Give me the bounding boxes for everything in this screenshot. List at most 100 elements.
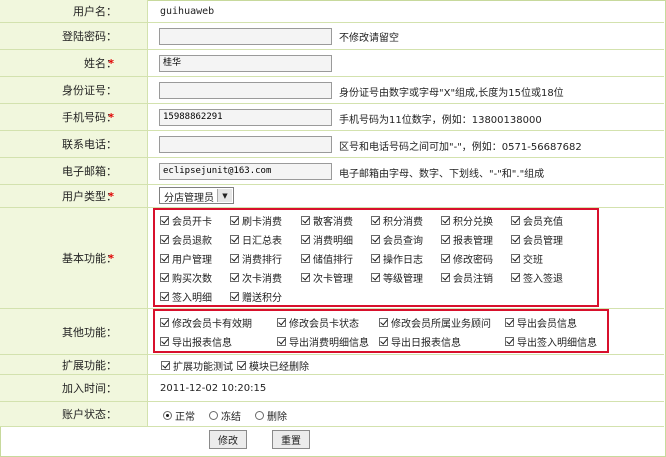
reset-button[interactable]: 重置 bbox=[272, 430, 310, 449]
row-email: 电子邮箱： eclipsejunit@163.com 电子邮箱由字母、数字、下划… bbox=[0, 158, 664, 185]
email-input[interactable]: eclipsejunit@163.com bbox=[159, 163, 332, 180]
checkbox-module-deleted[interactable]: 模块已经删除 bbox=[237, 358, 309, 373]
checkbox-basic-21[interactable]: 等级管理 bbox=[371, 270, 423, 285]
checkbox-checked-icon bbox=[230, 292, 239, 301]
checkbox-checked-icon bbox=[511, 235, 520, 244]
row-jointime: 加入时间： 2011-12-02 10:20:15 bbox=[0, 375, 664, 402]
radio-selected-icon bbox=[163, 411, 172, 420]
checkbox-other-0[interactable]: 修改会员卡有效期 bbox=[160, 315, 252, 330]
checkbox-other-5[interactable]: 导出消费明细信息 bbox=[277, 334, 369, 349]
checkbox-other-7[interactable]: 导出签入明细信息 bbox=[505, 334, 597, 349]
checkbox-basic-19[interactable]: 次卡消费 bbox=[230, 270, 282, 285]
checkbox-checked-icon bbox=[441, 235, 450, 244]
checkbox-other-4[interactable]: 导出报表信息 bbox=[160, 334, 232, 349]
checkbox-checked-icon bbox=[371, 254, 380, 263]
radio-status-normal[interactable]: 正常 bbox=[163, 408, 195, 423]
checkbox-basic-7[interactable]: 日汇总表 bbox=[230, 232, 282, 247]
required-mark: * bbox=[108, 189, 114, 203]
checkbox-basic-10[interactable]: 报表管理 bbox=[441, 232, 493, 247]
checkbox-basic-23[interactable]: 签入签退 bbox=[511, 270, 563, 285]
row-idcard: 身份证号： 身份证号由数字或字母"X"组成,长度为15位或18位 bbox=[0, 77, 664, 104]
checkbox-checked-icon bbox=[230, 216, 239, 225]
checkbox-basic-0[interactable]: 会员开卡 bbox=[160, 213, 212, 228]
checkbox-basic-16[interactable]: 修改密码 bbox=[441, 251, 493, 266]
required-mark: * bbox=[108, 110, 114, 124]
checkbox-checked-icon bbox=[511, 216, 520, 225]
checkbox-label: 导出签入明细信息 bbox=[517, 338, 597, 349]
checkbox-checked-icon bbox=[379, 318, 388, 327]
checkbox-label: 会员注销 bbox=[453, 274, 493, 285]
checkbox-basic-8[interactable]: 消费明细 bbox=[301, 232, 353, 247]
checkbox-basic-5[interactable]: 会员充值 bbox=[511, 213, 563, 228]
checkbox-basic-14[interactable]: 储值排行 bbox=[301, 251, 353, 266]
checkbox-label: 刷卡消费 bbox=[242, 217, 282, 228]
checkbox-basic-18[interactable]: 购买次数 bbox=[160, 270, 212, 285]
checkbox-checked-icon bbox=[441, 254, 450, 263]
checkbox-basic-11[interactable]: 会员管理 bbox=[511, 232, 563, 247]
checkbox-label: 会员查询 bbox=[383, 236, 423, 247]
checkbox-basic-17[interactable]: 交班 bbox=[511, 251, 543, 266]
checkbox-checked-icon bbox=[161, 361, 170, 370]
label-jointime: 加入时间： bbox=[0, 375, 148, 401]
checkbox-label: 操作日志 bbox=[383, 255, 423, 266]
checkbox-label: 导出会员信息 bbox=[517, 319, 577, 330]
checkbox-basic-3[interactable]: 积分消费 bbox=[371, 213, 423, 228]
checkbox-label: 修改会员卡有效期 bbox=[172, 319, 252, 330]
usertype-select[interactable]: 分店管理员 ▼ bbox=[159, 187, 234, 204]
checkbox-other-1[interactable]: 修改会员卡状态 bbox=[277, 315, 359, 330]
checkbox-extend-test[interactable]: 扩展功能测试 bbox=[161, 358, 233, 373]
row-mobile: 手机号码： * 15988862291 手机号码为11位数字，例如：1380013… bbox=[0, 104, 664, 131]
checkbox-checked-icon bbox=[301, 216, 310, 225]
checkbox-other-6[interactable]: 导出日报表信息 bbox=[379, 334, 461, 349]
label-idcard: 身份证号： bbox=[0, 77, 148, 103]
checkbox-basic-24[interactable]: 签入明细 bbox=[160, 289, 212, 304]
checkbox-basic-6[interactable]: 会员退款 bbox=[160, 232, 212, 247]
label-other-functions: 其他功能： bbox=[0, 309, 148, 354]
row-other-functions: 其他功能： 修改会员卡有效期 修改会员卡状态 修改会员所属业务顾问 导出会员信息导出报… bbox=[0, 309, 664, 355]
checkbox-checked-icon bbox=[230, 254, 239, 263]
checkbox-checked-icon bbox=[379, 337, 388, 346]
checkbox-basic-4[interactable]: 积分兑换 bbox=[441, 213, 493, 228]
checkbox-basic-20[interactable]: 次卡管理 bbox=[301, 270, 353, 285]
checkbox-label: 交班 bbox=[523, 255, 543, 266]
checkbox-basic-2[interactable]: 散客消费 bbox=[301, 213, 353, 228]
label-mobile: 手机号码： * bbox=[0, 104, 148, 130]
idcard-hint: 身份证号由数字或字母"X"组成,长度为15位或18位 bbox=[339, 88, 564, 99]
idcard-input[interactable] bbox=[159, 82, 332, 99]
checkbox-basic-1[interactable]: 刷卡消费 bbox=[230, 213, 282, 228]
checkbox-basic-13[interactable]: 消费排行 bbox=[230, 251, 282, 266]
checkbox-checked-icon bbox=[301, 273, 310, 282]
checkbox-checked-icon bbox=[160, 216, 169, 225]
checkbox-checked-icon bbox=[441, 273, 450, 282]
name-input[interactable]: 桂华 bbox=[159, 55, 332, 72]
checkbox-basic-25[interactable]: 赠送积分 bbox=[230, 289, 282, 304]
checkbox-label: 签入明细 bbox=[172, 293, 212, 304]
phone-input[interactable] bbox=[159, 136, 332, 153]
checkbox-label: 储值排行 bbox=[313, 255, 353, 266]
mobile-input[interactable]: 15988862291 bbox=[159, 109, 332, 126]
checkbox-checked-icon bbox=[441, 216, 450, 225]
checkbox-basic-12[interactable]: 用户管理 bbox=[160, 251, 212, 266]
checkbox-other-2[interactable]: 修改会员所属业务顾问 bbox=[379, 315, 491, 330]
checkbox-checked-icon bbox=[371, 216, 380, 225]
checkbox-checked-icon bbox=[160, 254, 169, 263]
required-mark: * bbox=[108, 251, 114, 265]
checkbox-label: 次卡管理 bbox=[313, 274, 353, 285]
label-usertype: 用户类型： * bbox=[0, 185, 148, 207]
label-basic-functions: 基本功能： * bbox=[0, 208, 148, 308]
chevron-down-icon[interactable]: ▼ bbox=[217, 189, 232, 202]
checkbox-label: 导出消费明细信息 bbox=[289, 338, 369, 349]
checkbox-checked-icon bbox=[511, 273, 520, 282]
checkbox-basic-15[interactable]: 操作日志 bbox=[371, 251, 423, 266]
checkbox-basic-22[interactable]: 会员注销 bbox=[441, 270, 493, 285]
radio-status-deleted[interactable]: 删除 bbox=[255, 408, 287, 423]
radio-status-frozen[interactable]: 冻结 bbox=[209, 408, 241, 423]
checkbox-checked-icon bbox=[160, 337, 169, 346]
submit-button[interactable]: 修改 bbox=[209, 430, 247, 449]
checkbox-label: 消费明细 bbox=[313, 236, 353, 247]
checkbox-basic-9[interactable]: 会员查询 bbox=[371, 232, 423, 247]
password-input[interactable] bbox=[159, 28, 332, 45]
checkbox-label: 等级管理 bbox=[383, 274, 423, 285]
phone-hint: 区号和电话号码之间可加"-"，例如：0571-56687682 bbox=[339, 142, 582, 153]
checkbox-other-3[interactable]: 导出会员信息 bbox=[505, 315, 577, 330]
